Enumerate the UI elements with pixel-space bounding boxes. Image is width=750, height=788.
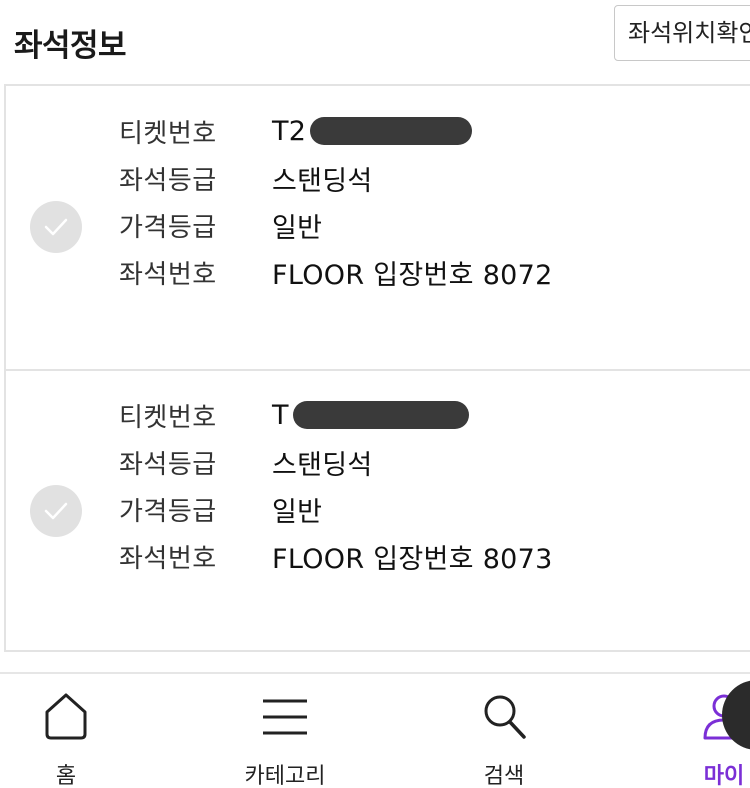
ticket-number-value: T2 xyxy=(272,115,307,147)
seat-select-checkbox[interactable] xyxy=(30,201,82,253)
price-grade-label: 가격등급 xyxy=(119,496,217,527)
nav-label-my: 마이 xyxy=(703,764,745,788)
seat-list: 티켓번호 T2 좌석등급 스탠딩석 가격등급 일반 좌석번호 FLOOR 입장번… xyxy=(4,84,750,652)
home-icon xyxy=(45,693,87,740)
nav-label-search: 검색 xyxy=(483,764,525,788)
seat-grade-row: 좌석등급 스탠딩석 xyxy=(119,158,373,198)
header: 좌석정보 좌석위치확인 xyxy=(0,0,750,84)
ticket-number-label: 티켓번호 xyxy=(119,118,217,149)
seat-number-label: 좌석번호 xyxy=(119,543,217,574)
seat-map-button[interactable]: 좌석위치확인 xyxy=(614,5,750,61)
seat-grade-label: 좌석등급 xyxy=(119,449,217,480)
seat-grade-value: 스탠딩석 xyxy=(272,449,373,481)
menu-icon xyxy=(263,699,307,735)
seat-card: 티켓번호 T2 좌석등급 스탠딩석 가격등급 일반 좌석번호 FLOOR 입장번… xyxy=(6,86,750,369)
nav-item-category[interactable]: 카테고리 xyxy=(215,674,355,788)
ticket-number-row: 티켓번호 T2 xyxy=(119,111,473,151)
redaction-mark xyxy=(310,117,473,145)
price-grade-value: 일반 xyxy=(272,212,323,244)
nav-item-search[interactable]: 검색 xyxy=(434,674,574,788)
seat-info-page: 좌석정보 좌석위치확인 티켓번호 T2 좌석등급 스탠딩석 가격등급 일반 좌석… xyxy=(0,0,750,788)
seat-select-checkbox[interactable] xyxy=(30,485,82,537)
ticket-number-row: 티켓번호 T xyxy=(119,395,469,435)
seat-grade-value: 스탠딩석 xyxy=(272,165,373,197)
seat-number-row: 좌석번호 FLOOR 입장번호 8073 xyxy=(119,536,553,576)
price-grade-row: 가격등급 일반 xyxy=(119,205,322,245)
redaction-mark xyxy=(292,401,469,429)
seat-number-row: 좌석번호 FLOOR 입장번호 8072 xyxy=(119,252,553,292)
search-icon xyxy=(484,695,526,739)
seat-grade-row: 좌석등급 스탠딩석 xyxy=(119,442,373,482)
price-grade-row: 가격등급 일반 xyxy=(119,489,322,529)
check-icon xyxy=(44,218,68,236)
seat-number-value: FLOOR 입장번호 8072 xyxy=(272,259,553,291)
price-grade-value: 일반 xyxy=(272,496,323,528)
ticket-number-value: T xyxy=(272,399,289,431)
price-grade-label: 가격등급 xyxy=(119,212,217,243)
nav-item-home[interactable]: 홈 xyxy=(0,674,136,788)
bottom-nav: 홈 카테고리 검색 마이 xyxy=(0,672,750,788)
seat-grade-label: 좌석등급 xyxy=(119,165,217,196)
check-icon xyxy=(44,502,68,520)
ticket-number-label: 티켓번호 xyxy=(119,402,217,433)
nav-label-home: 홈 xyxy=(55,764,77,788)
seat-number-value: FLOOR 입장번호 8073 xyxy=(272,543,553,575)
seat-card: 티켓번호 T 좌석등급 스탠딩석 가격등급 일반 좌석번호 FLOOR 입장번호… xyxy=(6,369,750,652)
seat-number-label: 좌석번호 xyxy=(119,259,217,290)
page-title: 좌석정보 xyxy=(14,28,127,64)
nav-label-category: 카테고리 xyxy=(244,764,326,788)
